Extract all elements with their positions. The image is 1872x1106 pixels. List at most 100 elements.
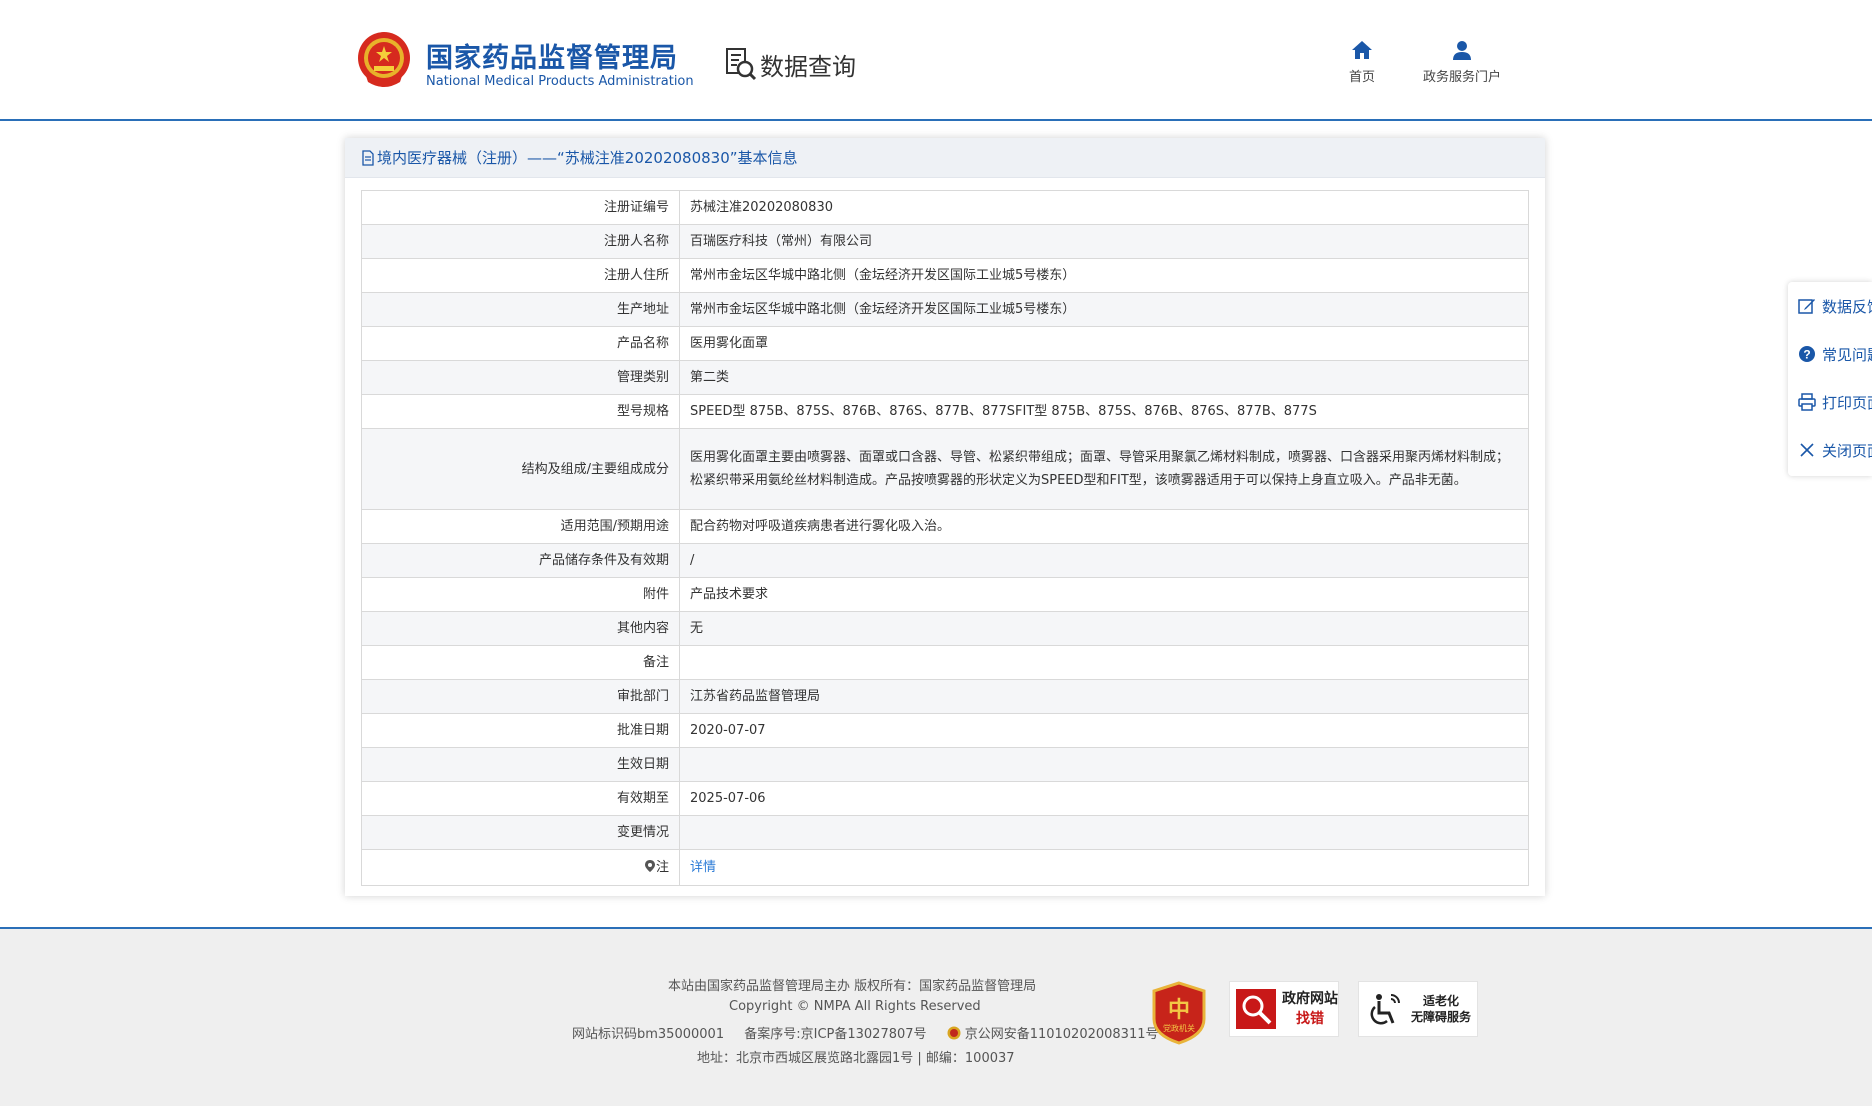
sidebar-item-feedback[interactable]: 数据反馈 bbox=[1798, 294, 1872, 318]
row-value: 常州市金坛区华城中路北侧（金坛经济开发区国际工业城5号楼东） bbox=[679, 292, 1529, 327]
table-row: 结构及组成/主要组成成分 医用雾化面罩主要由喷雾器、面罩或口含器、导管、松紧织带组… bbox=[361, 428, 1529, 510]
svg-text:中: 中 bbox=[1168, 998, 1190, 1023]
table-row: 管理类别 第二类 bbox=[361, 360, 1529, 395]
accessibility-icon bbox=[1370, 994, 1400, 1025]
row-value bbox=[679, 815, 1529, 850]
sidebar-item-faq[interactable]: ? 常见问题 bbox=[1798, 342, 1872, 366]
footer-copyright: Copyright © NMPA All Rights Reserved bbox=[729, 999, 981, 1014]
table-row: 注 详情 bbox=[361, 849, 1529, 886]
table-row: 产品名称 医用雾化面罩 bbox=[361, 326, 1529, 361]
question-icon: ? bbox=[1799, 346, 1815, 362]
magnifier-icon bbox=[1236, 989, 1276, 1029]
access-badge-line1: 适老化 bbox=[1423, 994, 1460, 1008]
note-label: 注 bbox=[655, 860, 669, 875]
nav-home[interactable]: 首页 bbox=[1338, 40, 1386, 85]
row-label: 结构及组成/主要组成成分 bbox=[361, 428, 680, 510]
row-label: 备注 bbox=[361, 645, 680, 680]
nav-service-portal[interactable]: 政务服务门户 bbox=[1418, 40, 1506, 85]
row-value: 产品技术要求 bbox=[679, 577, 1529, 612]
party-badge-label: 党政机关 bbox=[1163, 1023, 1195, 1033]
brand-title-en[interactable]: National Medical Products Administration bbox=[426, 74, 694, 89]
footer-sponsor: 本站由国家药品监督管理局主办 版权所有：国家药品监督管理局 bbox=[668, 979, 1037, 994]
national-emblem-logo[interactable] bbox=[356, 30, 412, 92]
row-label: 型号规格 bbox=[361, 394, 680, 429]
row-value bbox=[679, 747, 1529, 782]
footer-address: 地址：北京市西城区展览路北露园1号 | 邮编：100037 bbox=[697, 1051, 1015, 1066]
data-query-title: 数据查询 bbox=[760, 52, 856, 81]
footer-site-id: 网站标识码bm35000001 bbox=[572, 1027, 725, 1042]
table-row: 生产地址 常州市金坛区华城中路北侧（金坛经济开发区国际工业城5号楼东） bbox=[361, 292, 1529, 327]
table-row: 适用范围/预期用途 配合药物对呼吸道疾病患者进行雾化吸入治。 bbox=[361, 509, 1529, 544]
table-row: 型号规格 SPEED型 875B、875S、876B、876S、877B、877S… bbox=[361, 394, 1529, 429]
row-value: 配合药物对呼吸道疾病患者进行雾化吸入治。 bbox=[679, 509, 1529, 544]
home-icon bbox=[1352, 41, 1372, 59]
sidebar-item-label: 打印页面 bbox=[1822, 393, 1872, 412]
table-row: 变更情况 bbox=[361, 815, 1529, 850]
sidebar-item-label: 关闭页面 bbox=[1822, 441, 1872, 460]
row-label: 生产地址 bbox=[361, 292, 680, 327]
row-label: 注册证编号 bbox=[361, 190, 680, 225]
row-label: 注册人名称 bbox=[361, 224, 680, 259]
row-value: 2025-07-06 bbox=[679, 781, 1529, 816]
search-document-icon bbox=[726, 48, 757, 81]
sidebar-item-label: 数据反馈 bbox=[1822, 297, 1872, 316]
access-badge-line2: 无障碍服务 bbox=[1411, 1010, 1472, 1024]
location-pin-icon bbox=[644, 860, 655, 872]
user-icon bbox=[1453, 41, 1471, 60]
row-value bbox=[679, 645, 1529, 680]
row-value: 常州市金坛区华城中路北侧（金坛经济开发区国际工业城5号楼东） bbox=[679, 258, 1529, 293]
row-value: 百瑞医疗科技（常州）有限公司 bbox=[679, 224, 1529, 259]
table-row: 其他内容无 bbox=[361, 611, 1529, 646]
footer-police[interactable]: 京公网安备11010202008311号 bbox=[965, 1027, 1159, 1042]
sidebar-item-print[interactable]: 打印页面 bbox=[1798, 390, 1872, 414]
panel-title: 境内医疗器械（注册）——“苏械注准20202080830”基本信息 bbox=[377, 149, 798, 167]
row-value: 医用雾化面罩主要由喷雾器、面罩或口含器、导管、松紧织带组成；面罩、导管采用聚氯乙… bbox=[679, 428, 1529, 510]
party-gov-badge[interactable]: 中 党政机关 bbox=[1150, 981, 1208, 1045]
data-query-heading: 数据查询 bbox=[724, 46, 856, 82]
row-label: 有效期至 bbox=[361, 781, 680, 816]
nav-home-label: 首页 bbox=[1348, 70, 1375, 85]
accessibility-service-badge[interactable]: 适老化 无障碍服务 bbox=[1358, 981, 1478, 1037]
row-value: 无 bbox=[679, 611, 1529, 646]
detail-panel: 境内医疗器械（注册）——“苏械注准20202080830”基本信息 注册证编号苏… bbox=[345, 138, 1545, 896]
footer-registration: 网站标识码bm35000001 备案序号:京ICP备13027807号 京公网安… bbox=[572, 1023, 1174, 1042]
row-value: 2020-07-07 bbox=[679, 713, 1529, 748]
row-value: SPEED型 875B、875S、876B、876S、877B、877SFIT型… bbox=[679, 394, 1529, 429]
site-header: 国家药品监督管理局 National Medical Products Admi… bbox=[0, 0, 1872, 121]
row-label: 批准日期 bbox=[361, 713, 680, 748]
note-label-cell: 注 bbox=[361, 849, 680, 886]
registration-info-table: 注册证编号 苏械注准20202080830 注册人名称 百瑞医疗科技（常州）有限公司… bbox=[361, 190, 1529, 886]
row-value: 苏械注准20202080830 bbox=[679, 190, 1529, 225]
table-row: 注册人住所 常州市金坛区华城中路北侧（金坛经济开发区国际工业城5号楼东） bbox=[361, 258, 1529, 293]
footer-icp[interactable]: 备案序号:京ICP备13027807号 bbox=[744, 1027, 926, 1042]
sidebar-item-label: 常见问题 bbox=[1822, 345, 1872, 364]
row-value: 第二类 bbox=[679, 360, 1529, 395]
table-row: 附件 产品技术要求 bbox=[361, 577, 1529, 612]
details-link[interactable]: 详情 bbox=[690, 860, 716, 875]
row-label: 管理类别 bbox=[361, 360, 680, 395]
document-icon bbox=[362, 149, 374, 166]
police-badge-icon bbox=[947, 1026, 961, 1040]
row-label: 审批部门 bbox=[361, 679, 680, 714]
row-label: 其他内容 bbox=[361, 611, 680, 646]
nav-service-portal-label: 政务服务门户 bbox=[1422, 70, 1501, 85]
table-row: 有效期至 2025-07-06 bbox=[361, 781, 1529, 816]
row-value: / bbox=[679, 543, 1529, 578]
table-row: 产品储存条件及有效期 / bbox=[361, 543, 1529, 578]
row-label: 注册人住所 bbox=[361, 258, 680, 293]
row-value: 医用雾化面罩 bbox=[679, 326, 1529, 361]
table-row: 备注 bbox=[361, 645, 1529, 680]
table-row: 注册证编号 苏械注准20202080830 bbox=[361, 190, 1529, 225]
table-row: 批准日期 2020-07-07 bbox=[361, 713, 1529, 748]
floating-sidebar: 数据反馈 ? 常见问题 打印页面 关闭页面 bbox=[1788, 282, 1872, 476]
table-row: 注册人名称 百瑞医疗科技（常州）有限公司 bbox=[361, 224, 1529, 259]
gov-site-error-report-badge[interactable]: 政府网站 找错 bbox=[1229, 981, 1339, 1037]
brand-title-cn[interactable]: 国家药品监督管理局 bbox=[426, 36, 678, 75]
table-row: 生效日期 bbox=[361, 747, 1529, 782]
row-label: 产品名称 bbox=[361, 326, 680, 361]
panel-title-bar: 境内医疗器械（注册）——“苏械注准20202080830”基本信息 bbox=[345, 138, 1545, 178]
note-value-cell: 详情 bbox=[679, 849, 1529, 886]
edit-icon bbox=[1798, 299, 1815, 314]
site-footer: 本站由国家药品监督管理局主办 版权所有：国家药品监督管理局 Copyright … bbox=[0, 927, 1872, 1106]
sidebar-item-close[interactable]: 关闭页面 bbox=[1798, 438, 1872, 462]
